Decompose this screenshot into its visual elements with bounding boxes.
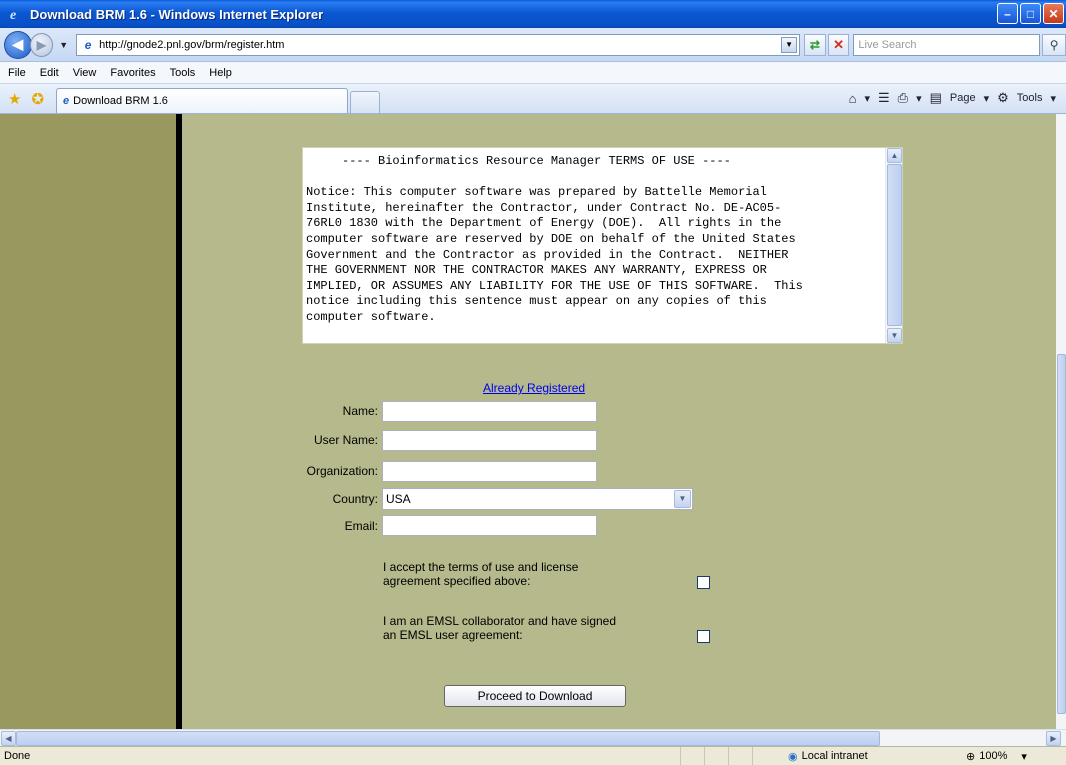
status-segment [680, 746, 704, 765]
accept-terms-checkbox[interactable] [697, 576, 710, 589]
page-icon: e [84, 37, 92, 52]
scroll-left-icon[interactable]: ◀ [1, 731, 16, 746]
sidebar-divider [176, 114, 182, 729]
title-bar: e Download BRM 1.6 - Windows Internet Ex… [0, 0, 1066, 28]
print-icon[interactable]: ⎙ [898, 90, 908, 106]
gear-icon: ⚙ [997, 90, 1009, 105]
page-icon: e [63, 95, 70, 107]
menu-view[interactable]: View [73, 67, 97, 79]
scroll-up-icon[interactable]: ▲ [887, 148, 902, 163]
globe-icon: ◉ [788, 750, 798, 763]
address-toolbar: ◀ ▶ ▼ e http://gnode2.pnl.gov/brm/regist… [0, 28, 1066, 62]
accept-terms-label: I accept the terms of use and license ag… [383, 560, 579, 588]
country-value: USA [386, 492, 411, 506]
name-field[interactable] [382, 401, 597, 422]
search-icon[interactable]: ⚲ [1042, 33, 1066, 56]
horizontal-scroll-thumb[interactable] [16, 731, 880, 746]
back-button[interactable]: ◀ [4, 30, 32, 59]
email-field[interactable] [382, 515, 597, 536]
status-bar: Done ◉ Local intranet ⊕ 100% ▾ [0, 746, 1066, 765]
window-controls: – □ ✕ [997, 3, 1064, 24]
terms-text: ---- Bioinformatics Resource Manager TER… [306, 154, 803, 324]
address-input[interactable]: e http://gnode2.pnl.gov/brm/register.htm… [76, 33, 801, 56]
menu-tools[interactable]: Tools [170, 67, 196, 79]
page-horizontal-scrollbar[interactable]: ◀ ▶ [0, 729, 1066, 746]
svg-text:e: e [10, 8, 16, 22]
page-menu-icon: ▤ [929, 90, 942, 105]
scroll-down-icon[interactable]: ▼ [887, 328, 902, 343]
tools-dropdown-icon[interactable]: ▾ [1050, 92, 1056, 105]
zoom-icon: ⊕ [966, 750, 976, 763]
home-dropdown-icon[interactable]: ▾ [864, 92, 870, 105]
terms-scrollbar[interactable]: ▲ ▼ [885, 148, 902, 343]
username-field[interactable] [382, 430, 597, 451]
window-title: Download BRM 1.6 - Windows Internet Expl… [30, 6, 324, 22]
organization-field[interactable] [382, 461, 597, 482]
zoom-level: 100% [979, 750, 1008, 762]
left-sidebar-column [0, 114, 176, 729]
tab-bar: ★ ✪ e Download BRM 1.6 ⌂ ▾ ☰ ⎙ ▾ ▤ Page … [0, 84, 1066, 114]
chevron-down-icon[interactable]: ▼ [674, 490, 691, 508]
menu-favorites[interactable]: Favorites [110, 67, 155, 79]
emsl-collaborator-checkbox[interactable] [697, 630, 710, 643]
new-tab-button[interactable] [350, 91, 381, 113]
already-registered-link[interactable]: Already Registered [483, 381, 585, 395]
tools-menu-button[interactable]: Tools [1017, 92, 1043, 104]
command-bar: ⌂ ▾ ☰ ⎙ ▾ ▤ Page ▾ ⚙ Tools ▾ [849, 90, 1056, 106]
forward-button[interactable]: ▶ [29, 32, 54, 57]
name-label: Name: [342, 404, 378, 418]
scroll-right-icon[interactable]: ▶ [1046, 731, 1061, 746]
close-button[interactable]: ✕ [1043, 3, 1064, 24]
refresh-button[interactable]: ⇄ [804, 33, 826, 56]
menu-edit[interactable]: Edit [40, 67, 59, 79]
page-vertical-scrollbar[interactable] [1056, 114, 1066, 729]
page-dropdown-icon[interactable]: ▾ [984, 92, 990, 105]
print-dropdown-icon[interactable]: ▾ [916, 92, 922, 105]
security-zone[interactable]: ◉ Local intranet [788, 750, 948, 763]
search-input[interactable]: Live Search [853, 33, 1041, 56]
url-text: http://gnode2.pnl.gov/brm/register.htm [99, 38, 285, 51]
page-viewport: ---- Bioinformatics Resource Manager TER… [0, 114, 1066, 729]
zone-label: Local intranet [801, 750, 868, 762]
ie-logo-icon: e [8, 6, 24, 22]
stop-button[interactable]: ✕ [827, 33, 850, 56]
proceed-to-download-button[interactable]: Proceed to Download [444, 685, 626, 707]
recent-pages-dropdown-icon[interactable]: ▼ [59, 40, 68, 50]
status-segment [728, 746, 752, 765]
status-segment [752, 746, 776, 765]
menu-bar: File Edit View Favorites Tools Help [0, 62, 1066, 84]
address-dropdown-icon[interactable]: ▼ [781, 36, 798, 53]
status-segment [704, 746, 728, 765]
minimize-button[interactable]: – [997, 3, 1018, 24]
status-text: Done [4, 750, 31, 762]
favorites-star-icon[interactable]: ★ [8, 90, 21, 108]
feeds-icon[interactable]: ☰ [878, 90, 890, 106]
page-scroll-thumb[interactable] [1057, 354, 1066, 714]
tab-download-brm[interactable]: e Download BRM 1.6 [56, 88, 349, 113]
maximize-button[interactable]: □ [1020, 3, 1041, 24]
zoom-control[interactable]: ⊕ 100% ▾ [966, 750, 1027, 763]
organization-label: Organization: [306, 464, 378, 478]
home-icon[interactable]: ⌂ [849, 91, 857, 106]
add-favorites-icon[interactable]: ✪ [31, 90, 44, 108]
tab-label: Download BRM 1.6 [73, 95, 168, 107]
username-label: User Name: [313, 433, 378, 447]
terms-textarea[interactable]: ---- Bioinformatics Resource Manager TER… [302, 147, 903, 344]
page-menu-button[interactable]: Page [950, 92, 976, 104]
menu-file[interactable]: File [8, 67, 26, 79]
terms-scroll-thumb[interactable] [887, 164, 902, 326]
emsl-collaborator-label: I am an EMSL collaborator and have signe… [383, 614, 617, 642]
menu-help[interactable]: Help [209, 67, 232, 79]
country-select[interactable]: USA ▼ [382, 488, 693, 510]
country-label: Country: [332, 492, 378, 506]
zoom-dropdown-icon[interactable]: ▾ [1021, 750, 1027, 763]
email-label: Email: [344, 519, 378, 533]
